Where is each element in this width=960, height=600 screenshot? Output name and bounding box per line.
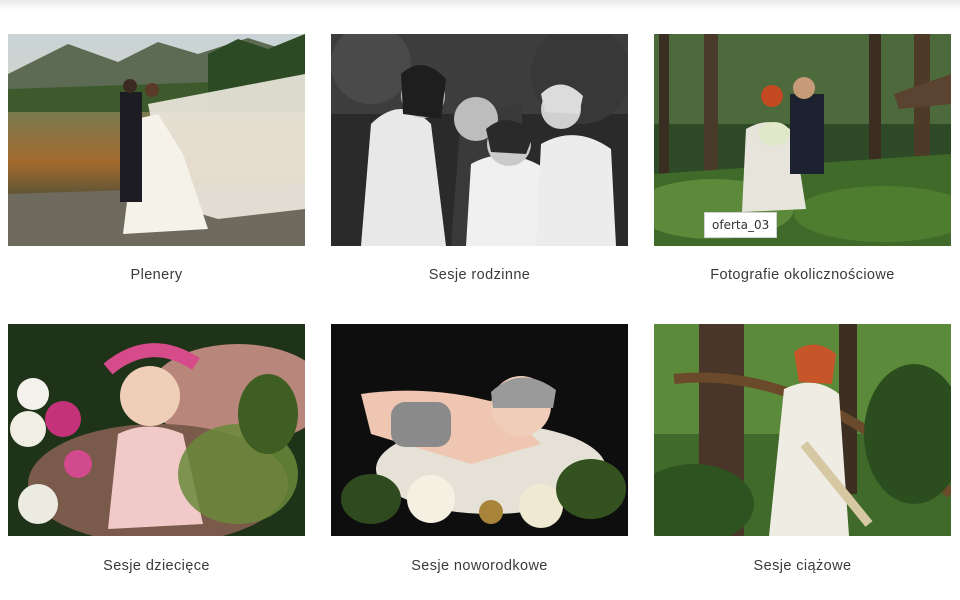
offer-card-sesje-dzieciece[interactable]: Sesje dziecięce [8, 324, 305, 574]
offer-title[interactable]: Plenery [8, 267, 305, 283]
offer-image-plenery[interactable] [8, 34, 305, 246]
offer-card-sesje-noworodkowe[interactable]: Sesje noworodkowe [331, 324, 628, 574]
offer-card-plenery[interactable]: Plenery [8, 34, 305, 283]
offer-image-sesje-noworodkowe[interactable] [331, 324, 628, 536]
offer-title[interactable]: Sesje noworodkowe [331, 558, 628, 574]
offer-image-fotografie-okolicznosciowe[interactable]: oferta_03 [654, 34, 951, 246]
offer-image-sesje-ciazowe[interactable] [654, 324, 951, 536]
image-tooltip: oferta_03 [704, 212, 778, 238]
offer-image-sesje-dzieciece[interactable] [8, 324, 305, 536]
offer-title[interactable]: Sesje ciążowe [654, 558, 951, 574]
offer-card-fotografie-okolicznosciowe[interactable]: oferta_03 Fotografie okolicznościowe [654, 34, 951, 283]
offer-title[interactable]: Sesje dziecięce [8, 558, 305, 574]
offer-title[interactable]: Sesje rodzinne [331, 267, 628, 283]
offer-gallery: Plenery Sesje rodzinne oferta_03 Fotogra… [0, 0, 960, 600]
offer-title[interactable]: Fotografie okolicznościowe [654, 267, 951, 283]
offer-card-sesje-rodzinne[interactable]: Sesje rodzinne [331, 34, 628, 283]
offer-image-sesje-rodzinne[interactable] [331, 34, 628, 246]
offer-card-sesje-ciazowe[interactable]: Sesje ciążowe [654, 324, 951, 574]
